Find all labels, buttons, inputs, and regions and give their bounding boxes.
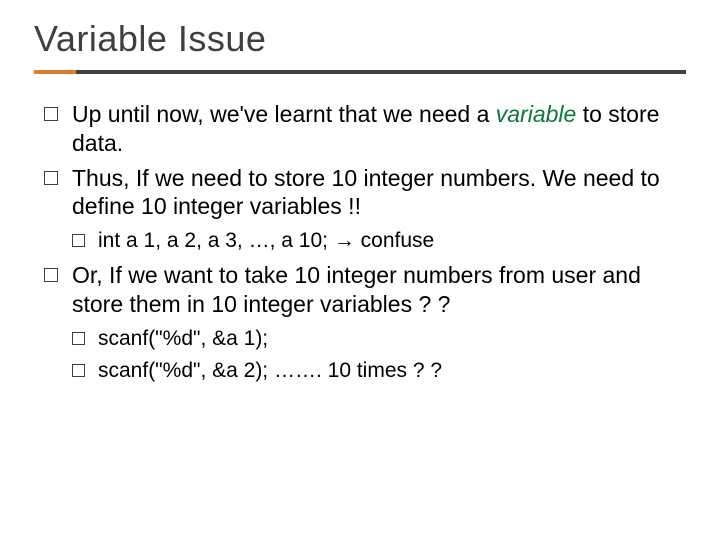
- code-text: int a 1, a 2, a 3, …, a 10;: [98, 229, 334, 252]
- sub-bullet-list: int a 1, a 2, a 3, …, a 10; → confuse: [72, 227, 680, 255]
- bullet-text: Up until now, we've learnt that we need …: [72, 101, 496, 127]
- sub-bullet-item: scanf("%d", &a 2); ……. 10 times ? ?: [72, 357, 680, 385]
- bullet-item: Thus, If we need to store 10 integer num…: [40, 164, 680, 256]
- slide: Variable Issue Up until now, we've learn…: [0, 0, 720, 540]
- arrow-icon: →: [334, 229, 355, 252]
- sub-bullet-list: scanf("%d", &a 1); scanf("%d", &a 2); ………: [72, 325, 680, 386]
- slide-content: Up until now, we've learnt that we need …: [34, 100, 686, 386]
- bullet-list: Up until now, we've learnt that we need …: [40, 100, 680, 386]
- code-text: scanf("%d", &a 1);: [98, 327, 268, 350]
- bullet-item: Or, If we want to take 10 integer number…: [40, 261, 680, 385]
- bullet-text: Thus, If we need to store 10 integer num…: [72, 165, 660, 220]
- sub-bullet-item: scanf("%d", &a 1);: [72, 325, 680, 353]
- bullet-text: confuse: [355, 229, 434, 252]
- bullet-text: 10 times ? ?: [322, 359, 442, 382]
- bullet-item: Up until now, we've learnt that we need …: [40, 100, 680, 158]
- slide-title: Variable Issue: [34, 18, 686, 60]
- bullet-text: Or, If we want to take 10 integer number…: [72, 262, 641, 317]
- code-text: scanf("%d", &a 2); …….: [98, 359, 322, 382]
- title-underline: [34, 70, 686, 74]
- italic-word: variable: [496, 101, 577, 127]
- sub-bullet-item: int a 1, a 2, a 3, …, a 10; → confuse: [72, 227, 680, 255]
